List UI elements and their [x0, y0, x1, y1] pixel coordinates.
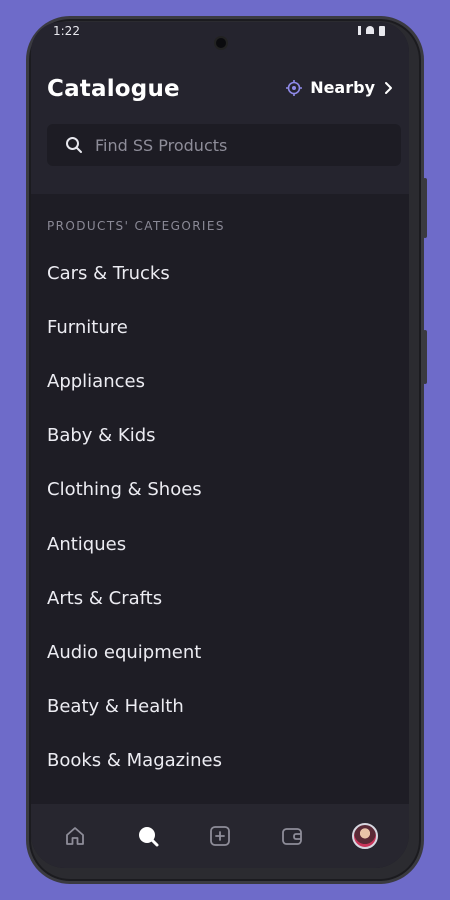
category-item[interactable]: Furniture	[31, 300, 409, 354]
wifi-icon	[366, 26, 374, 34]
crosshair-icon	[286, 79, 303, 96]
page-title: Catalogue	[47, 76, 180, 102]
category-item[interactable]: Audio equipment	[31, 625, 409, 679]
search-icon	[138, 827, 159, 847]
app-screen: 1:22 Catalogue Nearby Find SS Products P…	[31, 22, 409, 868]
category-item[interactable]: Books & Magazines	[31, 734, 409, 788]
nearby-label: Nearby	[310, 78, 375, 97]
chevron-right-icon	[385, 81, 392, 94]
nearby-location-button[interactable]: Nearby	[286, 78, 393, 97]
nav-wallet-button[interactable]	[272, 816, 312, 856]
volume-button	[423, 178, 427, 238]
wallet-icon	[282, 828, 303, 845]
category-item[interactable]: Antiques	[31, 517, 409, 571]
category-item[interactable]: Baby & Kids	[31, 409, 409, 463]
nav-home-button[interactable]	[55, 816, 95, 856]
category-item[interactable]: Beaty & Health	[31, 680, 409, 734]
category-item[interactable]: Appliances	[31, 354, 409, 408]
bottom-nav	[31, 804, 409, 868]
status-time: 1:22	[53, 24, 80, 38]
category-item[interactable]: Clothing & Shoes	[31, 463, 409, 517]
search-icon	[66, 137, 82, 153]
nav-profile-button[interactable]	[345, 816, 385, 856]
front-camera	[214, 36, 228, 50]
nav-search-button[interactable]	[128, 816, 168, 856]
add-icon	[210, 826, 230, 846]
category-item[interactable]: Arts & Crafts	[31, 571, 409, 625]
category-item[interactable]: Cars & Trucks	[31, 246, 409, 300]
home-icon	[66, 827, 85, 845]
search-input[interactable]	[95, 135, 375, 155]
power-button	[423, 330, 427, 384]
nav-add-button[interactable]	[200, 816, 240, 856]
category-list: Cars & Trucks Furniture Appliances Baby …	[31, 246, 409, 788]
header: 1:22 Catalogue Nearby	[31, 22, 409, 194]
avatar	[351, 823, 378, 849]
categories-section-label: PRODUCTS' CATEGORIES	[47, 219, 225, 233]
battery-icon	[379, 26, 385, 36]
status-icons	[358, 26, 385, 36]
signal-icon	[358, 26, 361, 35]
search-bar[interactable]	[47, 124, 401, 166]
